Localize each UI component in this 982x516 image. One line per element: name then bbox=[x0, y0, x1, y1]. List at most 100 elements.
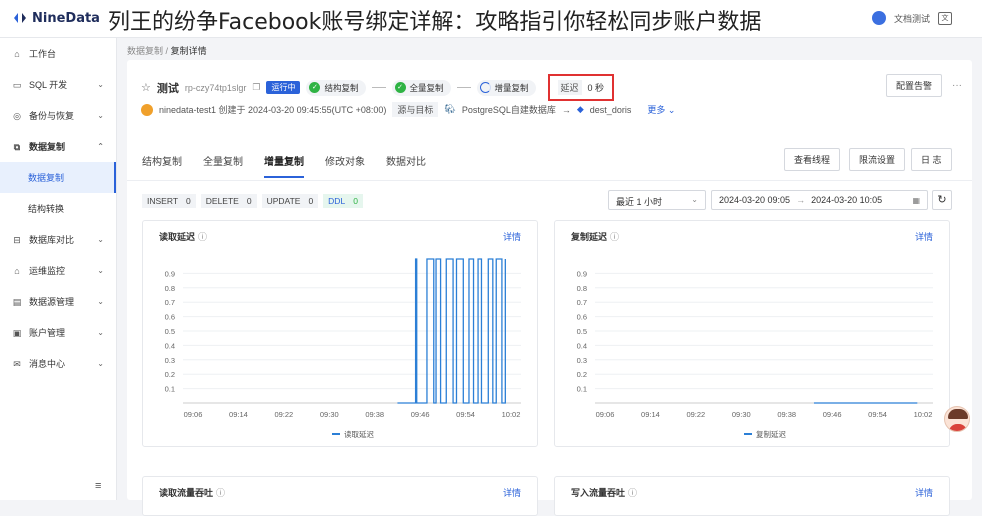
sidebar-item-account[interactable]: ▣ 账户管理 ⌄ bbox=[0, 317, 116, 348]
update-counter: UPDATE 0 bbox=[261, 194, 319, 208]
chevron-down-icon: ⌄ bbox=[97, 80, 104, 89]
y-tick-label: 0.3 bbox=[165, 356, 175, 365]
x-tick-label: 09:22 bbox=[274, 410, 293, 419]
details-link[interactable]: 详情 bbox=[503, 486, 521, 499]
latency-indicator: 延迟 0 秒 bbox=[547, 74, 615, 101]
calendar-icon: ▦ bbox=[912, 195, 920, 205]
brand-name: NineData bbox=[32, 10, 100, 26]
backup-icon: ◎ bbox=[13, 110, 21, 121]
help-icon[interactable]: ⓘ bbox=[628, 488, 637, 498]
logs-button[interactable]: 日 志 bbox=[911, 148, 952, 171]
task-title-row: ☆ 测试 rp-czy74tp1slgr ❐ 运行中 ✓ 结构复制 ✓ 全量复制… bbox=[141, 74, 615, 101]
stage-connector bbox=[456, 87, 471, 88]
x-tick-label: 09:06 bbox=[184, 410, 203, 419]
sidebar-item-datasource[interactable]: ▤ 数据源管理 ⌄ bbox=[0, 286, 116, 317]
ninedata-logo[interactable]: NineData bbox=[12, 10, 100, 26]
chevron-up-icon: ⌃ bbox=[97, 142, 104, 151]
datasource-icon: ▤ bbox=[12, 296, 22, 307]
sidebar-item-workbench[interactable]: ⌂ 工作台 bbox=[0, 38, 116, 69]
x-tick-label: 09:46 bbox=[823, 410, 842, 419]
help-icon[interactable]: ⓘ bbox=[216, 488, 225, 498]
sidebar-subitem-replication[interactable]: 数据复制 bbox=[0, 162, 116, 193]
support-avatar-icon[interactable] bbox=[944, 406, 970, 432]
y-tick-label: 0.9 bbox=[577, 269, 587, 278]
details-link[interactable]: 详情 bbox=[503, 230, 521, 243]
breadcrumb-parent[interactable]: 数据复制 bbox=[127, 46, 163, 56]
view-threads-button[interactable]: 查看线程 bbox=[784, 148, 841, 171]
y-tick-label: 0.5 bbox=[577, 327, 587, 336]
stage-label: 全量复制 bbox=[409, 82, 444, 93]
y-tick-label: 0.1 bbox=[165, 385, 175, 394]
tab-schema-copy[interactable]: 结构复制 bbox=[142, 153, 182, 178]
sidebar-item-label: 消息中心 bbox=[29, 359, 66, 369]
y-tick-label: 0.8 bbox=[165, 284, 175, 293]
y-tick-label: 0.3 bbox=[577, 356, 587, 365]
x-tick-label: 09:14 bbox=[229, 410, 248, 419]
counter-value: 0 bbox=[246, 196, 252, 206]
more-link[interactable]: 更多 ⌄ bbox=[647, 103, 675, 116]
target-name[interactable]: dest_doris bbox=[590, 105, 632, 115]
panel-title: 读取流量吞吐 ⓘ bbox=[159, 486, 225, 499]
sidebar-item-replication[interactable]: ⧉ 数据复制 ⌃ bbox=[0, 131, 116, 162]
sidebar-item-messages[interactable]: ✉ 消息中心 ⌄ bbox=[0, 348, 116, 379]
details-link[interactable]: 详情 bbox=[915, 230, 933, 243]
delete-counter: DELETE 0 bbox=[200, 194, 257, 208]
copy-icon[interactable]: ❐ bbox=[252, 82, 260, 93]
collapse-sidebar-icon[interactable]: ≡ bbox=[95, 480, 101, 492]
favorite-star-icon[interactable]: ☆ bbox=[141, 81, 151, 94]
stage-full-copy[interactable]: ✓ 全量复制 bbox=[391, 79, 451, 96]
sidebar-item-backup[interactable]: ◎ 备份与恢复 ⌄ bbox=[0, 100, 116, 131]
more-options-icon[interactable]: ··· bbox=[952, 80, 962, 91]
legend-label[interactable]: 读取延迟 bbox=[344, 429, 374, 439]
tab-incremental-copy[interactable]: 增量复制 bbox=[264, 153, 304, 178]
copy-latency-chart: 0.9 0.8 0.7 0.6 0.5 0.4 0.3 0.2 0.1 09:06 09:14 09:… bbox=[577, 269, 933, 439]
tab-modify-objects[interactable]: 修改对象 bbox=[325, 153, 365, 178]
detail-tabs: 结构复制 全量复制 增量复制 修改对象 数据对比 bbox=[142, 153, 426, 178]
chevron-down-icon: ⌄ bbox=[97, 266, 104, 275]
docs-link[interactable]: 文档测试 bbox=[894, 12, 930, 25]
source-target-tag: 源与目标 bbox=[392, 102, 439, 117]
counter-label: INSERT bbox=[147, 196, 179, 206]
details-link[interactable]: 详情 bbox=[915, 486, 933, 499]
counter-label: DELETE bbox=[205, 196, 239, 206]
breadcrumb: 数据复制 / 复制详情 bbox=[127, 44, 207, 57]
panel-title-text: 写入流量吞吐 bbox=[571, 488, 626, 498]
chevron-down-icon: ⌄ bbox=[97, 328, 104, 337]
stage-incremental-copy[interactable]: 增量复制 bbox=[476, 79, 536, 96]
sql-icon: ▭ bbox=[12, 79, 22, 90]
ddl-counter: DDL 0 bbox=[323, 194, 363, 208]
user-avatar-icon[interactable] bbox=[871, 11, 886, 25]
throttle-settings-button[interactable]: 限流设置 bbox=[849, 148, 906, 171]
help-icon[interactable]: ⓘ bbox=[198, 232, 207, 242]
home-icon: ⌂ bbox=[14, 48, 20, 59]
time-range-value: 最近 1 小时 bbox=[616, 197, 663, 207]
time-range-select[interactable]: 最近 1 小时 ⌄ bbox=[608, 190, 706, 210]
sidebar-subitem-schema-convert[interactable]: 结构转换 bbox=[0, 193, 116, 224]
help-icon[interactable]: ⓘ bbox=[610, 232, 619, 242]
translate-icon[interactable]: 文 bbox=[938, 11, 952, 25]
panel-title: 读取延迟 ⓘ bbox=[159, 230, 207, 243]
tab-full-copy[interactable]: 全量复制 bbox=[203, 153, 243, 178]
sidebar-item-label: 数据库对比 bbox=[29, 235, 75, 245]
stage-schema-copy[interactable]: ✓ 结构复制 bbox=[306, 79, 366, 96]
date-range-picker[interactable]: 2024-03-20 09:05 → 2024-03-20 10:05 ▦ bbox=[711, 190, 928, 210]
y-tick-label: 0.1 bbox=[577, 385, 587, 394]
sidebar-item-label: 工作台 bbox=[29, 49, 57, 59]
source-name[interactable]: PostgreSQL自建数据库 bbox=[462, 103, 556, 116]
refresh-button[interactable]: ↻ bbox=[932, 190, 952, 210]
sidebar-item-label: 账户管理 bbox=[29, 328, 66, 338]
tab-data-compare[interactable]: 数据对比 bbox=[386, 153, 426, 178]
task-meta-row: ninedata-test1 创建于 2024-03-20 09:45:55(U… bbox=[141, 102, 675, 117]
range-end[interactable]: 2024-03-20 10:05 bbox=[811, 195, 882, 205]
y-tick-label: 0.2 bbox=[577, 370, 587, 379]
configure-alarm-button[interactable]: 配置告警 bbox=[885, 74, 942, 97]
legend-label[interactable]: 复制延迟 bbox=[756, 429, 786, 439]
sidebar-item-sql[interactable]: ▭ SQL 开发 ⌄ bbox=[0, 69, 116, 100]
main-content: 数据复制 / 复制详情 ☆ 测试 rp-czy74tp1slgr ❐ 运行中 ✓… bbox=[117, 38, 982, 516]
y-tick-label: 0.4 bbox=[577, 341, 587, 350]
y-tick-label: 0.8 bbox=[577, 284, 587, 293]
sidebar-item-monitor[interactable]: ⌂ 运维监控 ⌄ bbox=[0, 255, 116, 286]
sidebar-item-compare[interactable]: ⊟ 数据库对比 ⌄ bbox=[0, 224, 116, 255]
counter-label: UPDATE bbox=[266, 196, 301, 206]
range-start[interactable]: 2024-03-20 09:05 bbox=[719, 195, 790, 205]
